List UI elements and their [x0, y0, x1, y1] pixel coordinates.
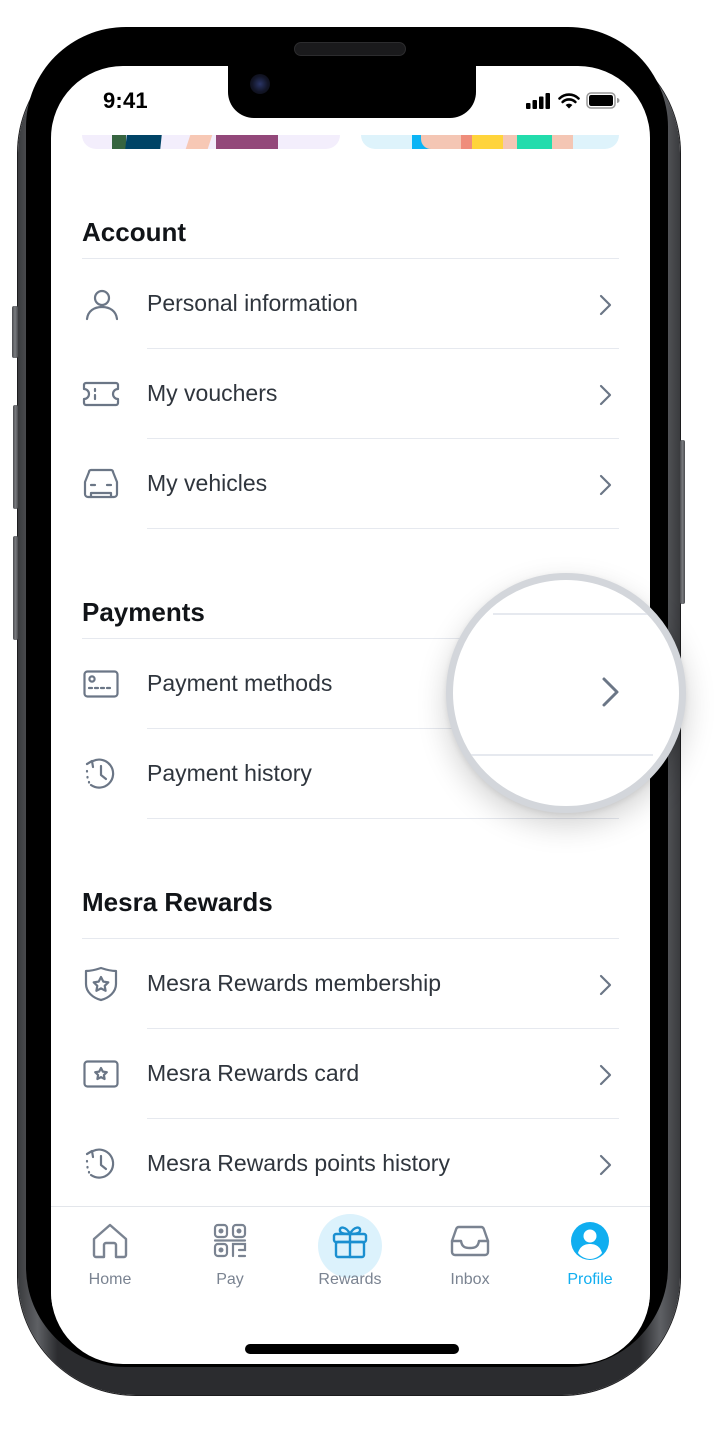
menu-item-mesra-rewards-card[interactable]: Mesra Rewards card — [82, 1029, 619, 1119]
tab-label: Pay — [216, 1271, 244, 1288]
car-icon — [82, 468, 120, 499]
shield-star-icon — [82, 966, 120, 1002]
menu-item-label: Payment history — [147, 760, 312, 786]
chevron-right-icon — [599, 474, 612, 496]
volume-down-button — [13, 536, 18, 640]
chevron-right-icon — [599, 974, 612, 996]
qr-code-icon — [210, 1221, 250, 1261]
row-divider — [147, 528, 619, 529]
promo-banner-left[interactable] — [82, 135, 340, 149]
home-indicator[interactable] — [245, 1344, 459, 1354]
menu-item-label: Mesra Rewards card — [147, 1060, 360, 1086]
gift-icon — [330, 1221, 370, 1261]
front-camera — [250, 74, 270, 94]
earpiece-speaker — [294, 42, 406, 56]
menu-item-label: Payment methods — [147, 670, 333, 696]
menu-item-label: My vouchers — [147, 380, 278, 406]
chevron-right-icon[interactable] — [601, 676, 621, 708]
chevron-right-icon — [599, 1154, 612, 1176]
menu-item-label: Mesra Rewards membership — [147, 970, 441, 996]
home-icon — [90, 1221, 130, 1261]
promo-banner-right[interactable] — [361, 135, 619, 149]
tab-label: Home — [88, 1271, 132, 1288]
tab-rewards[interactable]: Rewards — [295, 1207, 405, 1303]
menu-item-label: Personal information — [147, 290, 358, 316]
row-divider — [147, 818, 619, 819]
tab-home[interactable]: Home — [55, 1207, 165, 1303]
section-title-mesra-rewards: Mesra Rewards — [82, 887, 273, 917]
wifi-icon — [558, 93, 580, 109]
action-button — [12, 306, 18, 358]
status-time: 9:41 — [103, 88, 148, 113]
battery-icon — [586, 92, 620, 109]
person-icon — [82, 289, 120, 321]
dynamic-notch — [228, 66, 476, 118]
menu-item-mesra-rewards-membership[interactable]: Mesra Rewards membership — [82, 939, 619, 1029]
voucher-ticket-icon — [82, 379, 120, 409]
menu-item-personal-information[interactable]: Personal information — [82, 259, 619, 349]
tab-label: Inbox — [450, 1271, 490, 1288]
status-icons — [526, 92, 620, 109]
history-clock-icon — [82, 758, 120, 789]
tab-inbox[interactable]: Inbox — [415, 1207, 525, 1303]
volume-up-button — [13, 405, 18, 509]
menu-item-my-vouchers[interactable]: My vouchers — [82, 349, 619, 439]
menu-item-label: My vehicles — [147, 470, 268, 496]
bottom-tab-bar: Home Pay Rewards Inbox Profile — [51, 1206, 650, 1306]
payment-card-icon — [82, 669, 120, 699]
mag-divider — [453, 754, 653, 756]
section-title-payments: Payments — [82, 597, 205, 627]
star-card-icon — [82, 1059, 120, 1089]
mag-divider — [493, 613, 653, 615]
section-title-account: Account — [82, 217, 186, 247]
menu-item-my-vehicles[interactable]: My vehicles — [82, 439, 619, 529]
profile-user-icon — [570, 1221, 610, 1261]
tab-label: Profile — [567, 1271, 613, 1288]
tab-pay[interactable]: Pay — [175, 1207, 285, 1303]
chevron-right-icon — [599, 294, 612, 316]
power-button — [680, 440, 685, 604]
tab-label: Rewards — [318, 1271, 382, 1288]
chevron-right-icon — [599, 384, 612, 406]
inbox-tray-icon — [450, 1221, 490, 1261]
magnifier-callout — [446, 573, 686, 813]
history-clock-icon — [82, 1148, 120, 1179]
tab-profile[interactable]: Profile — [535, 1207, 645, 1303]
cellular-signal-icon — [526, 92, 550, 109]
chevron-right-icon — [599, 1064, 612, 1086]
menu-item-mesra-rewards-points-history[interactable]: Mesra Rewards points history — [82, 1119, 619, 1209]
menu-item-label: Mesra Rewards points history — [147, 1150, 450, 1176]
